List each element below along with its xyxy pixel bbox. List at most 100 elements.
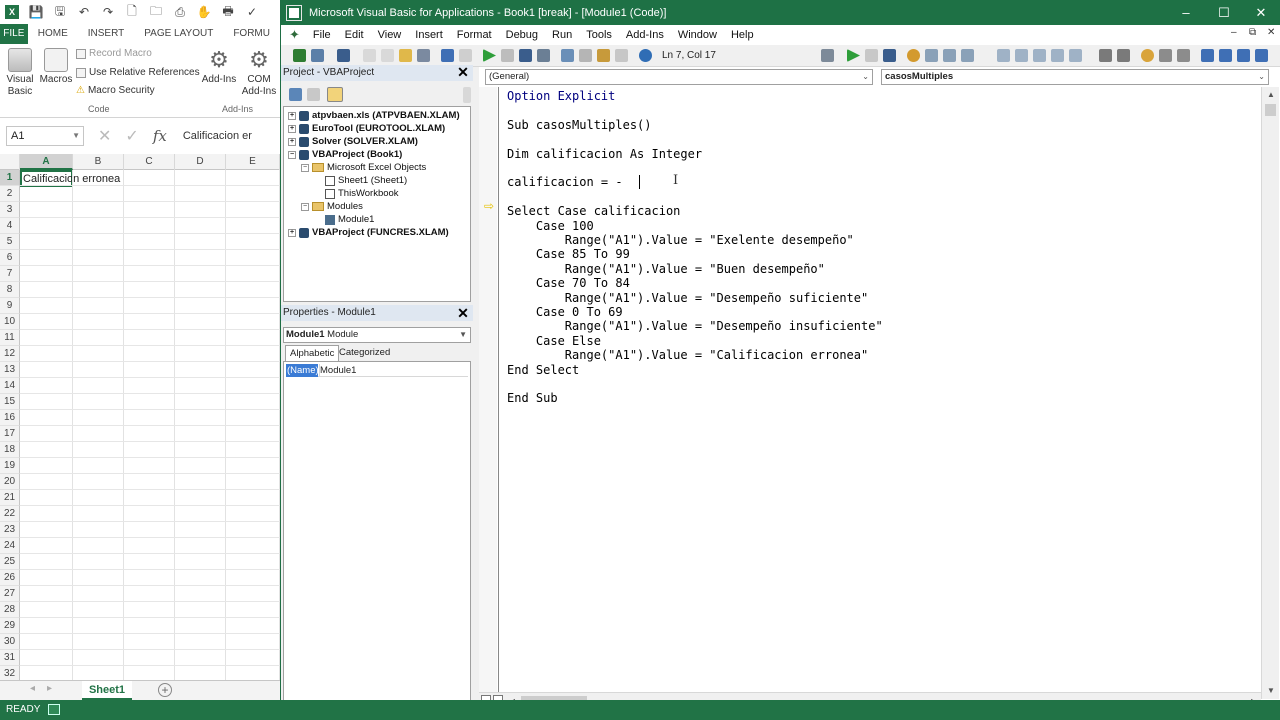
- chevron-down-icon[interactable]: ▼: [459, 328, 467, 342]
- scroll-down-icon[interactable]: ▼: [1262, 683, 1280, 699]
- column-header[interactable]: A: [20, 154, 73, 170]
- visual-basic-button[interactable]: Visual Basic: [4, 48, 36, 98]
- outdent-icon[interactable]: [1117, 49, 1130, 62]
- tab-alphabetic[interactable]: Alphabetic: [285, 345, 340, 361]
- clear-bookmarks-icon[interactable]: [1255, 49, 1268, 62]
- row-header[interactable]: 3: [0, 202, 20, 218]
- tree-node[interactable]: + Solver (SOLVER.XLAM): [288, 135, 418, 148]
- next-bookmark-icon[interactable]: [1219, 49, 1232, 62]
- horizontal-scrollbar[interactable]: ◂ ▸: [479, 692, 1261, 700]
- code-line[interactable]: calificacion = -: [507, 175, 623, 189]
- mdi-minimize-button[interactable]: –: [1231, 27, 1237, 38]
- row-header[interactable]: 21: [0, 490, 20, 506]
- row-header[interactable]: 10: [0, 314, 20, 330]
- row-header[interactable]: 2: [0, 186, 20, 202]
- code-line[interactable]: End Select: [507, 363, 579, 377]
- tab-page-layout[interactable]: PAGE LAYOUT: [134, 24, 223, 44]
- code-line[interactable]: Case 0 To 69: [507, 305, 623, 319]
- step-into-icon[interactable]: [925, 49, 938, 62]
- expand-icon[interactable]: +: [288, 137, 296, 146]
- sheet-nav-arrows[interactable]: ◂▸: [30, 683, 64, 694]
- close-button[interactable]: ✕: [1244, 0, 1278, 25]
- full-module-view-icon[interactable]: [493, 695, 503, 700]
- toggle-breakpoint-edit-icon[interactable]: [1141, 49, 1154, 62]
- toggle-breakpoint-icon[interactable]: [907, 49, 920, 62]
- code-line[interactable]: Case 100: [507, 219, 594, 233]
- row-header[interactable]: 17: [0, 426, 20, 442]
- use-relative-references-button[interactable]: Use Relative References: [76, 67, 200, 78]
- menu-edit[interactable]: Edit: [338, 29, 371, 41]
- tree-node[interactable]: Module1: [314, 213, 374, 226]
- menu-tools[interactable]: Tools: [579, 29, 619, 41]
- code-line[interactable]: Select Case calificacion: [507, 204, 680, 218]
- procedure-combo[interactable]: casosMultiples ⌄: [881, 69, 1269, 85]
- code-line[interactable]: Case 70 To 84: [507, 276, 630, 290]
- row-header[interactable]: 23: [0, 522, 20, 538]
- continue-icon[interactable]: [847, 49, 860, 62]
- row-header[interactable]: 24: [0, 538, 20, 554]
- macro-security-button[interactable]: ⚠ Macro Security: [76, 85, 155, 96]
- immediate-window-icon[interactable]: [1015, 49, 1028, 62]
- spelling-icon[interactable]: ✓: [240, 0, 264, 24]
- undo-icon[interactable]: [441, 49, 454, 62]
- menu-run[interactable]: Run: [545, 29, 579, 41]
- menu-debug[interactable]: Debug: [499, 29, 545, 41]
- paste-icon[interactable]: [399, 49, 412, 62]
- save-icon[interactable]: 💾: [24, 0, 48, 24]
- tab-categorized[interactable]: Categorized: [335, 345, 394, 361]
- minimize-button[interactable]: –: [1169, 0, 1203, 25]
- help-icon[interactable]: [639, 49, 652, 62]
- code-line[interactable]: Dim calificacion As Integer: [507, 147, 702, 161]
- code-line[interactable]: Sub casosMultiples(): [507, 118, 652, 132]
- column-header[interactable]: D: [175, 154, 226, 170]
- insert-module-icon[interactable]: [311, 49, 324, 62]
- project-pane-close-icon[interactable]: ✕: [455, 65, 471, 81]
- property-row-name[interactable]: (Name) Module1: [286, 364, 468, 377]
- name-box[interactable]: A1 ▼: [6, 126, 84, 146]
- row-header[interactable]: 26: [0, 570, 20, 586]
- tree-node[interactable]: ThisWorkbook: [314, 187, 399, 200]
- code-line[interactable]: End Sub: [507, 391, 558, 405]
- expand-icon[interactable]: +: [288, 124, 296, 133]
- column-header[interactable]: C: [124, 154, 175, 170]
- row-header[interactable]: 8: [0, 282, 20, 298]
- object-browser-icon[interactable]: [597, 49, 610, 62]
- copy-icon[interactable]: [381, 49, 394, 62]
- row-header[interactable]: 7: [0, 266, 20, 282]
- menu-file[interactable]: File: [306, 29, 338, 41]
- previous-bookmark-icon[interactable]: [1237, 49, 1250, 62]
- expand-icon[interactable]: +: [288, 228, 296, 237]
- row-header[interactable]: 29: [0, 618, 20, 634]
- horizontal-scroll-thumb[interactable]: [521, 696, 587, 700]
- code-line[interactable]: Range("A1").Value = "Exelente desempeño": [507, 233, 854, 247]
- confirm-entry-icon[interactable]: ✓: [125, 126, 138, 146]
- menu-view[interactable]: View: [371, 29, 409, 41]
- properties-object-select[interactable]: Module1 Module ▼: [283, 327, 471, 343]
- print-icon[interactable]: 🖶: [216, 0, 240, 24]
- save-as-icon[interactable]: 🖫: [48, 0, 72, 24]
- new-file-icon[interactable]: 🗋: [120, 0, 144, 24]
- mdi-restore-button[interactable]: ⧉: [1249, 27, 1256, 38]
- redo-icon[interactable]: ↷: [96, 0, 120, 24]
- toolbox-icon[interactable]: [615, 49, 628, 62]
- row-header[interactable]: 9: [0, 298, 20, 314]
- expand-icon[interactable]: +: [288, 111, 296, 120]
- save-icon[interactable]: [337, 49, 350, 62]
- cut-icon[interactable]: [363, 49, 376, 62]
- maximize-button[interactable]: ☐: [1207, 0, 1241, 25]
- menu-insert[interactable]: Insert: [408, 29, 450, 41]
- tree-node[interactable]: Sheet1 (Sheet1): [314, 174, 407, 187]
- worksheet-grid[interactable]: ABCDE 1 2 3 4 5 6 7 8 9 10 11 12 13 14 15 16 17 18 19 20 21 2…: [0, 154, 280, 682]
- quick-watch-icon[interactable]: [1051, 49, 1064, 62]
- menu-help[interactable]: Help: [724, 29, 761, 41]
- row-header[interactable]: 22: [0, 506, 20, 522]
- row-header[interactable]: 13: [0, 362, 20, 378]
- print-preview-icon[interactable]: ⎙: [168, 0, 192, 24]
- code-editor[interactable]: Option Explicit Sub casosMultiples() Dim c…: [501, 87, 1261, 699]
- redo-icon[interactable]: [459, 49, 472, 62]
- cancel-entry-icon[interactable]: ✕: [98, 126, 111, 146]
- macros-button[interactable]: Macros: [38, 48, 74, 86]
- tree-node[interactable]: + VBAProject (FUNCRES.XLAM): [288, 226, 449, 239]
- step-over-icon[interactable]: [943, 49, 956, 62]
- undo-icon[interactable]: ↶: [72, 0, 96, 24]
